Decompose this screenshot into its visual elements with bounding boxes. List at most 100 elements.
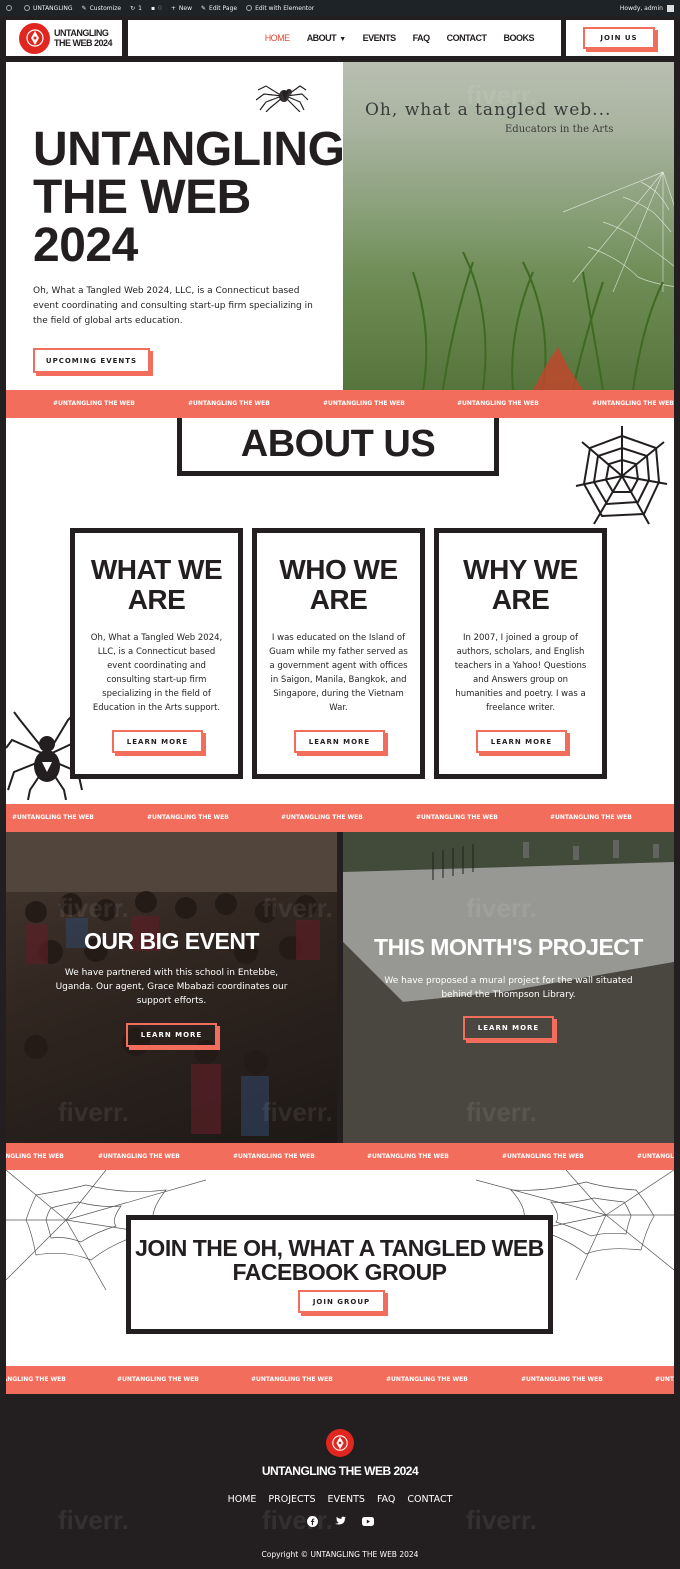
admin-edit-elementor[interactable]: Edit with Elementor bbox=[246, 5, 314, 12]
card-title-line-1: WHAT WE bbox=[90, 554, 223, 585]
wp-logo-menu[interactable] bbox=[6, 5, 15, 11]
marquee-item: #UNTANGLING THE WEB bbox=[98, 1153, 180, 1160]
big-event-title: OUR BIG EVENT bbox=[84, 928, 259, 954]
facebook-join-title: JOIN THE OH, WHAT A TANGLED WEB FACEBOOK… bbox=[131, 1236, 548, 1284]
marquee-item: #UNTANGLING THE WEB bbox=[147, 814, 229, 821]
marquee-item: #UNTANGLING THE WEB bbox=[416, 814, 498, 821]
footer-nav-faq[interactable]: FAQ bbox=[377, 1494, 395, 1505]
hero-description: Oh, What a Tangled Web 2024, LLC, is a C… bbox=[33, 286, 313, 326]
marquee-item: #UNTANGLING THE WEB bbox=[637, 1153, 674, 1160]
marquee-item: #UNTANGLING THE WEB bbox=[117, 1376, 199, 1383]
card-title-line-2: ARE bbox=[309, 584, 368, 615]
marquee-item: #UNTANGLING THE WEB bbox=[386, 1376, 468, 1383]
join-us-button[interactable]: JOIN US bbox=[583, 27, 655, 49]
facebook-icon[interactable] bbox=[306, 1515, 318, 1527]
nav-events[interactable]: EVENTS bbox=[363, 33, 397, 43]
nav-about-label: ABOUT bbox=[306, 33, 337, 43]
join-group-button[interactable]: JOIN GROUP bbox=[298, 1290, 385, 1313]
nav-about[interactable]: ABOUT ▼ bbox=[307, 33, 346, 43]
card-text: Oh, What a Tangled Web 2024, LLC, is a C… bbox=[90, 633, 223, 713]
marquee-item: #UNTANGLING THE WEB bbox=[188, 400, 270, 407]
card-title-line-2: ARE bbox=[491, 584, 550, 615]
elementor-icon bbox=[246, 5, 253, 11]
hashtag-marquee-4: #UNTANGLING THE WEB #UNTANGLING THE WEB … bbox=[6, 1366, 674, 1394]
card-title: WHO WE ARE bbox=[257, 555, 420, 615]
updates-count: 1 bbox=[138, 4, 142, 12]
join-title-line-1: JOIN THE OH, WHAT A TANGLED WEB bbox=[135, 1235, 544, 1261]
monthly-project-learn-more-button[interactable]: LEARN MORE bbox=[463, 1016, 554, 1040]
brush-icon: ✎ bbox=[81, 4, 87, 12]
pencil-icon: ✎ bbox=[201, 4, 207, 12]
site-logo[interactable]: UNTANGLING THE WEB 2024 bbox=[6, 20, 122, 56]
logo-line-1: UNTANGLING bbox=[54, 28, 109, 38]
hashtag-marquee-2: #UNTANGLING THE WEB #UNTANGLING THE WEB … bbox=[6, 804, 674, 832]
hero-image-spiderweb-grass: Oh, what a tangled web... Educators in t… bbox=[343, 62, 674, 390]
card-title-line-2: ARE bbox=[127, 584, 186, 615]
marquee-item: #UNTANGLING THE WEB bbox=[655, 1376, 674, 1383]
logo-line-2: THE WEB 2024 bbox=[54, 38, 113, 48]
caret-down-icon: ▼ bbox=[339, 36, 346, 43]
site-header: UNTANGLING THE WEB 2024 HOME ABOUT ▼ EVEN… bbox=[0, 16, 680, 61]
admin-comments[interactable]: ▪ 0 bbox=[151, 5, 162, 12]
hero-title: UNTANGLING THE WEB 2024 bbox=[33, 123, 345, 270]
nav-faq[interactable]: FAQ bbox=[413, 33, 431, 43]
what-we-are-card: WHAT WE ARE Oh, What a Tangled Web 2024, … bbox=[70, 528, 243, 779]
card-text: In 2007, I joined a group of authors, sc… bbox=[454, 633, 587, 713]
facebook-join-section: JOIN THE OH, WHAT A TANGLED WEB FACEBOOK… bbox=[6, 1170, 674, 1366]
footer-title: UNTANGLING THE WEB 2024 bbox=[261, 1464, 419, 1478]
admin-account[interactable]: Howdy, admin bbox=[620, 4, 674, 12]
footer-nav: HOME PROJECTS EVENTS FAQ CONTACT bbox=[0, 1494, 680, 1505]
footer-copyright: Copyright © UNTANGLING THE WEB 2024 bbox=[261, 1550, 419, 1559]
spiderweb-icon bbox=[575, 426, 668, 525]
spider-icon bbox=[256, 85, 308, 112]
site-footer: UNTANGLING THE WEB 2024 HOME PROJECTS EV… bbox=[0, 1394, 680, 1569]
about-section: ABOUT US WHAT WE ARE Oh, What a Tangled W… bbox=[6, 418, 674, 804]
big-event-panel: OUR BIG EVENT We have partnered with thi… bbox=[6, 832, 337, 1143]
footer-nav-home[interactable]: HOME bbox=[228, 1494, 257, 1505]
nav-contact[interactable]: CONTACT bbox=[447, 33, 487, 43]
monthly-project-text: We have proposed a mural project for the… bbox=[384, 976, 633, 1000]
marquee-item: #UNTANGLING THE WEB bbox=[6, 1376, 66, 1383]
hashtag-marquee-1: #UNTANGLING THE WEB #UNTANGLING THE WEB … bbox=[6, 390, 674, 418]
avatar bbox=[667, 4, 674, 12]
events-section: OUR BIG EVENT We have partnered with thi… bbox=[6, 832, 674, 1143]
twitter-icon[interactable] bbox=[334, 1515, 346, 1527]
card-text: I was educated on the Island of Guam whi… bbox=[269, 633, 408, 713]
plus-icon: + bbox=[170, 4, 176, 12]
edit-page-label: Edit Page bbox=[209, 4, 238, 12]
admin-edit-page[interactable]: ✎ Edit Page bbox=[201, 5, 237, 12]
footer-logo-icon[interactable] bbox=[326, 1429, 354, 1457]
learn-more-button[interactable]: LEARN MORE bbox=[294, 730, 385, 753]
card-title-line-1: WHY WE bbox=[463, 554, 578, 585]
customize-label: Customize bbox=[89, 4, 122, 12]
admin-updates[interactable]: ↻ 1 bbox=[130, 5, 142, 12]
youtube-icon[interactable] bbox=[362, 1515, 374, 1527]
marquee-item: #UNTANGLING THE WEB bbox=[6, 1153, 64, 1160]
footer-nav-projects[interactable]: PROJECTS bbox=[268, 1494, 315, 1505]
facebook-join-box: JOIN THE OH, WHAT A TANGLED WEB FACEBOOK… bbox=[126, 1215, 553, 1334]
hashtag-marquee-3: #UNTANGLING THE WEB #UNTANGLING THE WEB … bbox=[6, 1143, 674, 1171]
marquee-item: #UNTANGLING THE WEB bbox=[12, 814, 94, 821]
admin-new[interactable]: + New bbox=[171, 5, 192, 12]
learn-more-button[interactable]: LEARN MORE bbox=[112, 730, 203, 753]
nav-books[interactable]: BOOKS bbox=[503, 33, 534, 43]
main-nav: HOME ABOUT ▼ EVENTS FAQ CONTACT BOOKS bbox=[128, 20, 561, 56]
admin-site-name[interactable]: UNTANGLING bbox=[24, 5, 73, 12]
hero-left: UNTANGLING THE WEB 2024 Oh, What a Tangl… bbox=[6, 62, 345, 390]
join-title-line-2: FACEBOOK GROUP bbox=[232, 1259, 447, 1285]
upcoming-events-button[interactable]: UPCOMING EVENTS bbox=[33, 348, 150, 373]
big-event-text: We have partnered with this school in En… bbox=[55, 968, 288, 1006]
why-we-are-card: WHY WE ARE In 2007, I joined a group of a… bbox=[434, 528, 607, 779]
marquee-item: #UNTANGLING THE WEB bbox=[281, 814, 363, 821]
learn-more-button[interactable]: LEARN MORE bbox=[476, 730, 567, 753]
who-we-are-card: WHO WE ARE I was educated on the Island o… bbox=[252, 528, 425, 779]
hero-title-line-1: UNTANGLING bbox=[33, 123, 345, 176]
marquee-item: #UNTANGLING THE WEB bbox=[502, 1153, 584, 1160]
nav-home[interactable]: HOME bbox=[265, 33, 291, 43]
updates-icon: ↻ bbox=[130, 4, 136, 12]
footer-nav-events[interactable]: EVENTS bbox=[327, 1494, 364, 1505]
big-event-learn-more-button[interactable]: LEARN MORE bbox=[126, 1023, 217, 1047]
admin-site-label: UNTANGLING bbox=[33, 4, 73, 12]
admin-customize[interactable]: ✎ Customize bbox=[82, 5, 122, 12]
footer-nav-contact[interactable]: CONTACT bbox=[407, 1494, 452, 1505]
